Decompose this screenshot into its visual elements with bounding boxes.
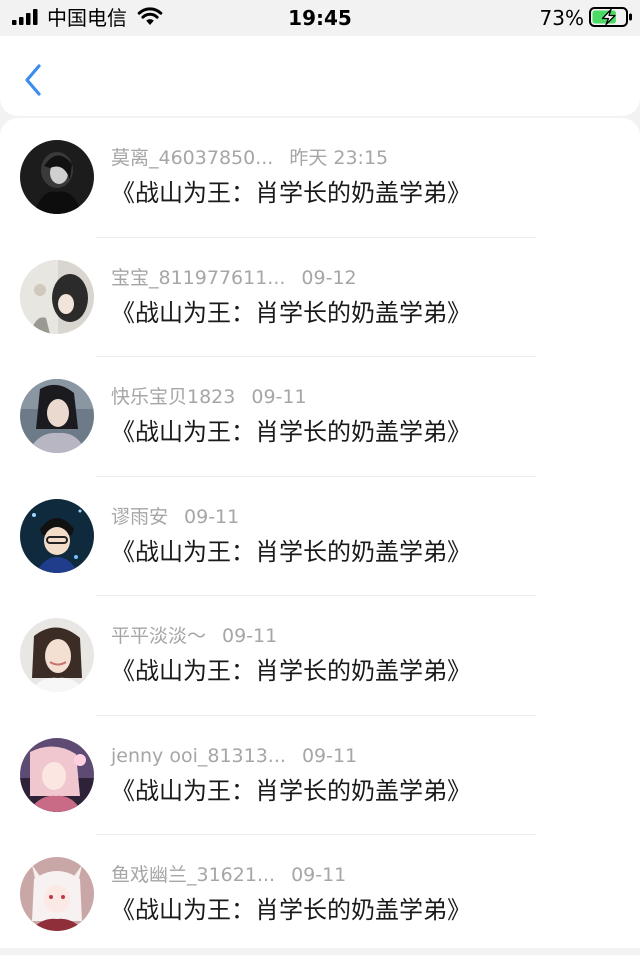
user-meta: 平平淡淡～ 09-11 <box>111 622 277 650</box>
battery-charging-icon <box>589 7 632 27</box>
book-title: 《战山为王：肖学长的奶盖学弟》 <box>111 179 471 207</box>
list-item[interactable]: 宝宝_811977611... 09-12 《战山为王：肖学长的奶盖学弟》 <box>0 238 640 357</box>
user-name: 快乐宝贝1823 <box>111 386 236 408</box>
user-name: 宝宝_811977611... <box>111 266 286 289</box>
user-name: 平平淡淡～ <box>111 625 207 647</box>
avatar <box>20 737 94 812</box>
back-button[interactable] <box>16 60 50 100</box>
book-title: 《战山为王：肖学长的奶盖学弟》 <box>111 298 471 327</box>
status-bar: 中国电信 19:45 73% <box>0 0 640 36</box>
user-meta: 谬雨安 09-11 <box>111 503 239 531</box>
user-meta: 鱼戏幽兰_31621... 09-11 <box>111 861 346 889</box>
timestamp: 09-11 <box>222 625 278 647</box>
book-title: 《战山为王：肖学长的奶盖学弟》 <box>111 776 471 805</box>
avatar <box>20 379 94 453</box>
user-meta: jenny ooi_81313... 09-11 <box>111 742 357 770</box>
user-name: jenny ooi_81313... <box>111 744 286 767</box>
list-item[interactable]: 谬雨安 09-11 《战山为王：肖学长的奶盖学弟》 <box>0 477 640 596</box>
book-title: 《战山为王：肖学长的奶盖学弟》 <box>111 896 471 924</box>
list-item[interactable]: 莫离_46037850... 昨天 23:15 《战山为王：肖学长的奶盖学弟》 <box>0 118 640 238</box>
user-name: 鱼戏幽兰_31621... <box>111 864 276 886</box>
user-name: 莫离_46037850... <box>111 147 274 169</box>
book-title: 《战山为王：肖学长的奶盖学弟》 <box>111 418 471 446</box>
timestamp: 09-11 <box>301 744 358 767</box>
avatar <box>20 618 94 692</box>
user-meta: 快乐宝贝1823 09-11 <box>111 383 307 411</box>
timestamp: 09-11 <box>291 864 347 886</box>
nav-header <box>0 36 640 116</box>
avatar <box>20 140 94 214</box>
book-title: 《战山为王：肖学长的奶盖学弟》 <box>111 657 471 685</box>
timestamp: 昨天 23:15 <box>289 147 389 169</box>
timestamp: 09-11 <box>184 505 240 528</box>
user-name: 谬雨安 <box>111 505 169 528</box>
avatar <box>20 857 94 931</box>
list-item[interactable]: 快乐宝贝1823 09-11 《战山为王：肖学长的奶盖学弟》 <box>0 357 640 477</box>
list-item[interactable]: 鱼戏幽兰_31621... 09-11 《战山为王：肖学长的奶盖学弟》 <box>0 835 640 955</box>
user-list: 莫离_46037850... 昨天 23:15 《战山为王：肖学长的奶盖学弟》 宝… <box>0 118 640 948</box>
book-title: 《战山为王：肖学长的奶盖学弟》 <box>111 537 471 566</box>
battery-percent: 73% <box>539 6 584 30</box>
avatar <box>20 498 94 573</box>
list-item[interactable]: 平平淡淡～ 09-11 《战山为王：肖学长的奶盖学弟》 <box>0 596 640 716</box>
user-meta: 宝宝_811977611... 09-12 <box>111 264 357 292</box>
list-item[interactable]: jenny ooi_81313... 09-11 《战山为王：肖学长的奶盖学弟》 <box>0 716 640 835</box>
user-meta: 莫离_46037850... 昨天 23:15 <box>111 144 388 172</box>
timestamp: 09-11 <box>251 386 307 408</box>
avatar <box>20 259 94 334</box>
chevron-left-icon <box>25 64 41 96</box>
timestamp: 09-12 <box>301 266 357 289</box>
